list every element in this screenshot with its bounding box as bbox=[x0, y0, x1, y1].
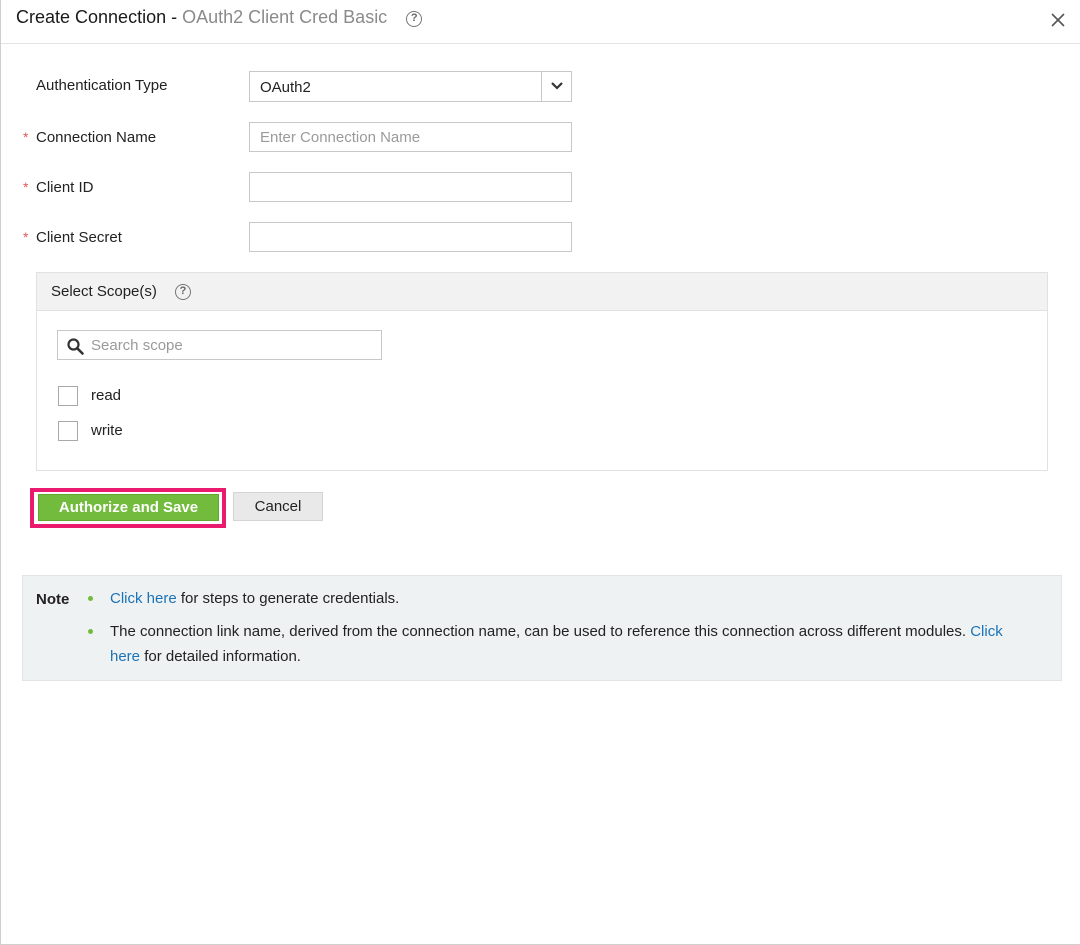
authorize-and-save-button[interactable]: Authorize and Save bbox=[38, 494, 219, 521]
scope-label-read: read bbox=[91, 387, 122, 404]
scope-panel-header: Select Scope(s) ? bbox=[37, 273, 1047, 311]
scope-search[interactable] bbox=[57, 330, 382, 360]
note-item-2-after: for detailed information. bbox=[140, 648, 301, 665]
note-text-2: The connection link name, derived from t… bbox=[88, 619, 1018, 669]
bullet-icon bbox=[88, 629, 93, 634]
auth-type-label: Authentication Type bbox=[36, 77, 168, 94]
required-marker: * bbox=[23, 229, 29, 245]
note-item-2: The connection link name, derived from t… bbox=[88, 619, 1018, 669]
title-separator: - bbox=[166, 7, 183, 27]
help-icon[interactable]: ? bbox=[406, 11, 423, 27]
title-text: Create Connection bbox=[16, 7, 167, 27]
required-marker: * bbox=[23, 129, 29, 145]
auth-type-value: OAuth2 bbox=[260, 79, 311, 96]
client-secret-input[interactable] bbox=[249, 222, 572, 252]
scope-checkbox-write[interactable] bbox=[58, 421, 78, 441]
close-button[interactable] bbox=[1049, 11, 1067, 29]
chevron-down-icon bbox=[551, 82, 563, 90]
scope-search-input[interactable] bbox=[91, 331, 376, 359]
scope-panel: Select Scope(s) ? read write bbox=[36, 272, 1048, 471]
dropdown-toggle[interactable] bbox=[541, 72, 571, 101]
client-secret-label: Client Secret bbox=[36, 229, 122, 246]
steps-link[interactable]: Click here bbox=[110, 590, 177, 607]
scope-label-write: write bbox=[91, 422, 123, 439]
create-connection-dialog: Create Connection - OAuth2 Client Cred B… bbox=[0, 0, 1080, 945]
note-panel: Note Click here for steps to generate cr… bbox=[22, 575, 1062, 681]
required-marker: * bbox=[23, 179, 29, 195]
close-icon bbox=[1051, 13, 1065, 27]
note-label: Note bbox=[36, 591, 70, 608]
scope-title: Select Scope(s) bbox=[51, 283, 157, 300]
client-id-label: Client ID bbox=[36, 179, 94, 196]
bullet-icon bbox=[88, 596, 93, 601]
dialog-title: Create Connection - OAuth2 Client Cred B… bbox=[16, 7, 423, 28]
note-item-1: Click here for steps to generate credent… bbox=[88, 586, 1018, 611]
note-text-1: Click here for steps to generate credent… bbox=[88, 586, 1018, 611]
connection-name-label: Connection Name bbox=[36, 129, 157, 146]
note-item-2-text: The connection link name, derived from t… bbox=[110, 623, 971, 640]
dialog-header: Create Connection - OAuth2 Client Cred B… bbox=[1, 0, 1080, 44]
auth-type-select[interactable]: OAuth2 bbox=[249, 71, 572, 102]
scope-checkbox-read[interactable] bbox=[58, 386, 78, 406]
title-subtitle: OAuth2 Client Cred Basic bbox=[182, 7, 388, 27]
search-icon bbox=[67, 338, 84, 355]
cancel-button[interactable]: Cancel bbox=[233, 492, 323, 521]
connection-name-input[interactable] bbox=[249, 122, 572, 152]
scope-help-icon[interactable]: ? bbox=[175, 284, 191, 300]
client-id-input[interactable] bbox=[249, 172, 572, 202]
note-item-1-text: for steps to generate credentials. bbox=[176, 590, 400, 607]
